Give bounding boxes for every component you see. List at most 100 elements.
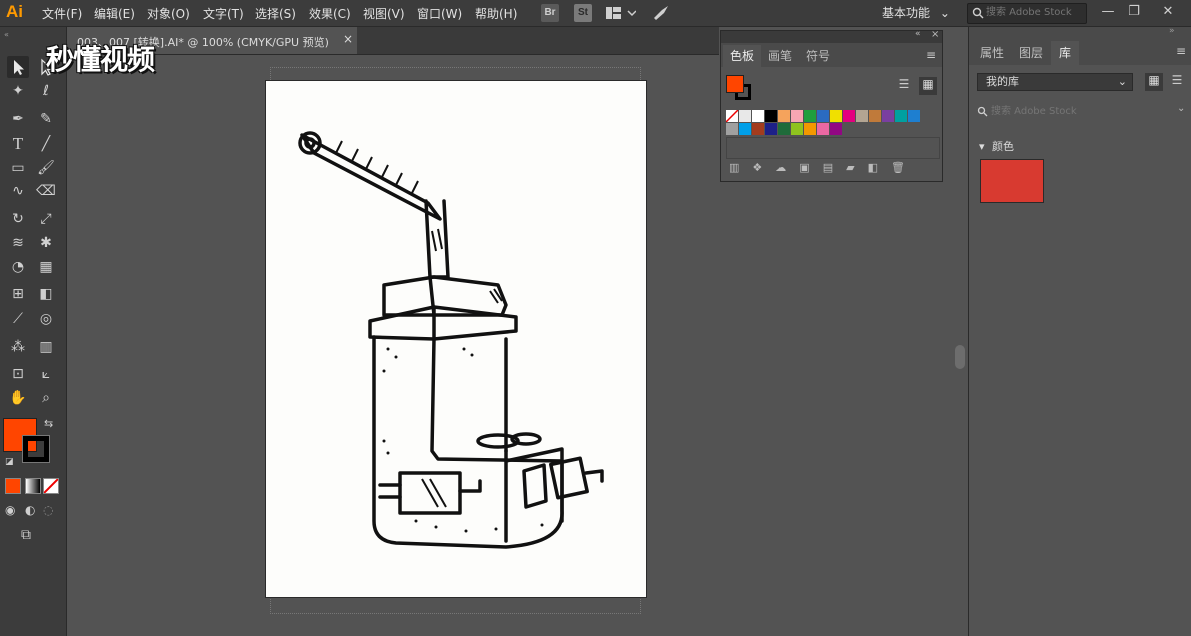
- paintbrush-tool-icon[interactable]: 🖌: [35, 157, 57, 179]
- new-swatch-icon[interactable]: ◧: [868, 161, 891, 174]
- list-view-icon[interactable]: ☰: [895, 77, 913, 95]
- scrollbar-thumb[interactable]: [955, 345, 965, 369]
- bridge-icon[interactable]: Br: [541, 4, 559, 22]
- close-panel-icon[interactable]: ×: [931, 29, 939, 40]
- eraser-tool-icon[interactable]: ⌫: [35, 180, 57, 202]
- artboard[interactable]: [266, 81, 646, 597]
- tab-properties[interactable]: 属性: [972, 41, 1012, 65]
- screen-mode-icon[interactable]: ⧉: [21, 527, 31, 543]
- artboard-tool-icon[interactable]: ⊡: [7, 363, 29, 385]
- slice-tool-icon[interactable]: ⟀: [35, 363, 57, 385]
- scale-tool-icon[interactable]: ⤢: [35, 208, 57, 230]
- tab-symbols[interactable]: 符号: [799, 45, 837, 67]
- panel-menu-icon[interactable]: ≡: [926, 48, 936, 62]
- panel-fill-swatch[interactable]: [726, 75, 744, 93]
- tab-brushes[interactable]: 画笔: [761, 45, 799, 67]
- dock-collapse-icon[interactable]: »: [1169, 26, 1175, 36]
- draw-behind-icon[interactable]: ◐: [25, 503, 35, 517]
- workspace-switcher[interactable]: 基本功能 ⌄: [882, 4, 950, 21]
- draw-normal-icon[interactable]: ◉: [5, 503, 15, 517]
- add-to-library-icon[interactable]: ❖: [752, 161, 775, 174]
- gradient-mode-icon[interactable]: [25, 478, 41, 494]
- color-swatch[interactable]: [843, 110, 855, 122]
- column-graph-icon[interactable]: ▥: [35, 336, 57, 358]
- restore-icon[interactable]: ❐: [1123, 2, 1145, 22]
- close-tab-icon[interactable]: ×: [343, 32, 353, 46]
- symbol-sprayer-icon[interactable]: ⁂: [7, 336, 29, 358]
- none-mode-icon[interactable]: [43, 478, 59, 494]
- colors-section-header[interactable]: ▾ 颜色: [979, 138, 1014, 154]
- menu-window[interactable]: 窗口(W): [417, 5, 462, 22]
- puppet-warp-icon[interactable]: ✱: [35, 232, 57, 254]
- color-swatch[interactable]: [726, 123, 738, 135]
- default-colors-icon[interactable]: ◪: [5, 457, 14, 467]
- lasso-icon[interactable]: ℓ: [35, 80, 57, 102]
- blend-tool-icon[interactable]: ◎: [35, 308, 57, 330]
- shaper-tool-icon[interactable]: ∿: [7, 180, 29, 202]
- color-swatch[interactable]: [817, 110, 829, 122]
- library-search-input[interactable]: [991, 104, 1171, 119]
- menu-help[interactable]: 帮助(H): [475, 5, 517, 22]
- menu-select[interactable]: 选择(S): [255, 5, 296, 22]
- color-swatch[interactable]: [765, 123, 777, 135]
- rotate-tool-icon[interactable]: ↻: [7, 208, 29, 230]
- color-swatch[interactable]: [791, 123, 803, 135]
- new-folder-icon[interactable]: ▰: [846, 161, 867, 174]
- arrange-documents-icon[interactable]: [606, 6, 637, 20]
- color-group-icon[interactable]: ▤: [823, 161, 846, 174]
- color-swatch[interactable]: [752, 123, 764, 135]
- mesh-tool-icon[interactable]: ⊞: [7, 283, 29, 305]
- library-color-swatch[interactable]: [980, 159, 1044, 203]
- grid-view-icon[interactable]: ▦: [1145, 73, 1163, 91]
- rectangle-tool-icon[interactable]: ▭: [7, 157, 29, 179]
- collapse-icon[interactable]: «: [4, 30, 9, 39]
- color-swatch[interactable]: [791, 110, 803, 122]
- library-dropdown[interactable]: 我的库 ⌄: [977, 73, 1133, 91]
- gpu-performance-icon[interactable]: [652, 4, 670, 22]
- menu-type[interactable]: 文字(T): [203, 5, 244, 22]
- gradient-tool-icon[interactable]: ◧: [35, 283, 57, 305]
- color-swatch[interactable]: [856, 110, 868, 122]
- hand-tool-icon[interactable]: ✋: [7, 387, 29, 409]
- chevron-down-icon[interactable]: ⌄: [1177, 103, 1185, 114]
- cloud-icon[interactable]: ☁: [775, 161, 799, 174]
- color-swatch[interactable]: [804, 123, 816, 135]
- color-swatch[interactable]: [778, 110, 790, 122]
- color-swatch[interactable]: [778, 123, 790, 135]
- swatch-options-icon[interactable]: ▣: [799, 161, 822, 174]
- color-swatch[interactable]: [830, 123, 842, 135]
- menu-object[interactable]: 对象(O): [147, 5, 190, 22]
- pen-tool-icon[interactable]: ✒: [7, 108, 29, 130]
- trash-icon[interactable]: 🗑: [891, 161, 918, 174]
- color-swatch[interactable]: [765, 110, 777, 122]
- color-swatch[interactable]: [739, 123, 751, 135]
- grid-view-icon[interactable]: ▦: [919, 77, 937, 95]
- eyedropper-icon[interactable]: ⟋: [7, 308, 29, 330]
- panel-title-bar[interactable]: « ×: [721, 29, 942, 43]
- collapse-panel-icon[interactable]: «: [915, 29, 921, 39]
- selection-tool-icon[interactable]: [7, 56, 29, 78]
- list-view-icon[interactable]: ☰: [1168, 73, 1186, 91]
- curvature-tool-icon[interactable]: ✎: [35, 108, 57, 130]
- menu-view[interactable]: 视图(V): [363, 5, 405, 22]
- color-swatch[interactable]: [908, 110, 920, 122]
- close-icon[interactable]: ✕: [1157, 2, 1179, 22]
- menu-effect[interactable]: 效果(C): [309, 5, 351, 22]
- menu-file[interactable]: 文件(F): [42, 5, 82, 22]
- color-swatch[interactable]: [739, 110, 751, 122]
- color-swatch[interactable]: [882, 110, 894, 122]
- color-swatch[interactable]: [830, 110, 842, 122]
- stock-search-input[interactable]: [986, 5, 1082, 20]
- dock-menu-icon[interactable]: ≡: [1176, 44, 1186, 58]
- zoom-tool-icon[interactable]: ⌕: [35, 387, 57, 409]
- color-swatch[interactable]: [752, 110, 764, 122]
- perspective-grid-icon[interactable]: ▦: [35, 256, 57, 278]
- tab-libraries[interactable]: 库: [1051, 41, 1080, 65]
- color-mode-icon[interactable]: [5, 478, 21, 494]
- draw-inside-icon[interactable]: ◌: [43, 503, 53, 517]
- magic-wand-icon[interactable]: ✦: [7, 80, 29, 102]
- stock-icon[interactable]: St: [574, 4, 592, 22]
- menu-edit[interactable]: 编辑(E): [94, 5, 135, 22]
- swatch-library-icon[interactable]: ▥: [729, 161, 752, 174]
- tab-layers[interactable]: 图层: [1011, 41, 1051, 65]
